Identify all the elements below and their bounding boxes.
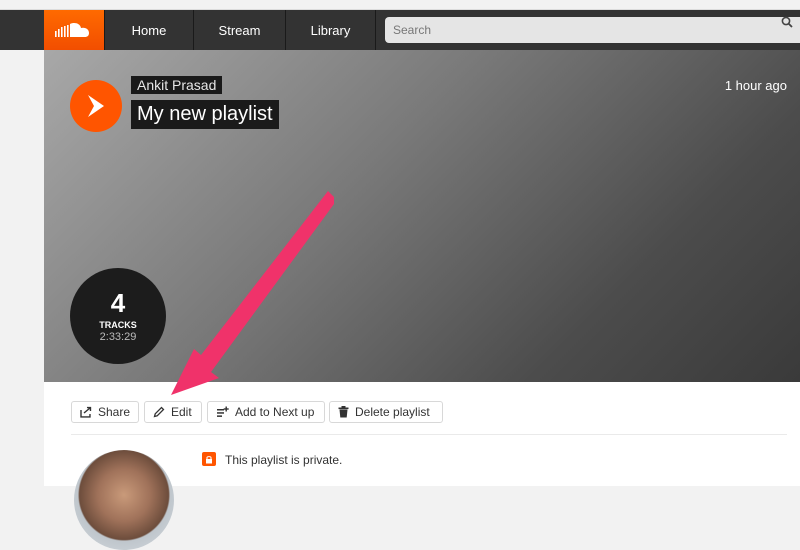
playlist-hero: Ankit Prasad My new playlist 1 hour ago … — [44, 50, 800, 382]
edit-button[interactable]: Edit — [144, 401, 202, 423]
tracks-label: TRACKS — [99, 320, 137, 330]
tracks-duration: 2:33:29 — [99, 331, 137, 343]
pencil-icon — [153, 406, 165, 418]
trash-icon — [338, 406, 349, 418]
add-to-next-up-button[interactable]: Add to Next up — [207, 401, 325, 423]
add-to-next-up-label: Add to Next up — [235, 405, 315, 419]
tracks-badge: 4 TRACKS 2:33:29 — [70, 268, 166, 364]
share-button[interactable]: Share — [71, 401, 139, 423]
edit-label: Edit — [171, 405, 192, 419]
search-icon[interactable] — [781, 15, 793, 33]
search-input[interactable] — [385, 17, 800, 43]
play-icon — [88, 95, 104, 117]
browser-top-strip — [0, 0, 800, 10]
privacy-text: This playlist is private. — [225, 453, 343, 467]
delete-playlist-button[interactable]: Delete playlist — [329, 401, 443, 423]
time-ago: 1 hour ago — [724, 78, 787, 93]
top-navbar: Home Stream Library — [0, 10, 800, 50]
share-label: Share — [97, 405, 130, 419]
artist-name[interactable]: Ankit Prasad — [131, 76, 223, 94]
nav-library[interactable]: Library — [286, 10, 376, 50]
avatar[interactable] — [74, 450, 174, 550]
nav-stream[interactable]: Stream — [194, 10, 286, 50]
divider — [71, 434, 787, 435]
lock-icon — [202, 452, 216, 466]
playlist-title: My new playlist — [131, 100, 279, 129]
share-icon — [80, 406, 92, 418]
tracks-count: 4 — [110, 288, 126, 318]
nav-home[interactable]: Home — [104, 10, 194, 50]
add-to-queue-icon — [217, 406, 229, 417]
delete-playlist-label: Delete playlist — [355, 405, 430, 419]
play-button[interactable] — [70, 80, 122, 132]
playlist-content: Share Edit Add to Next up Delete playlis… — [44, 382, 800, 550]
soundcloud-logo-icon[interactable] — [44, 10, 104, 50]
